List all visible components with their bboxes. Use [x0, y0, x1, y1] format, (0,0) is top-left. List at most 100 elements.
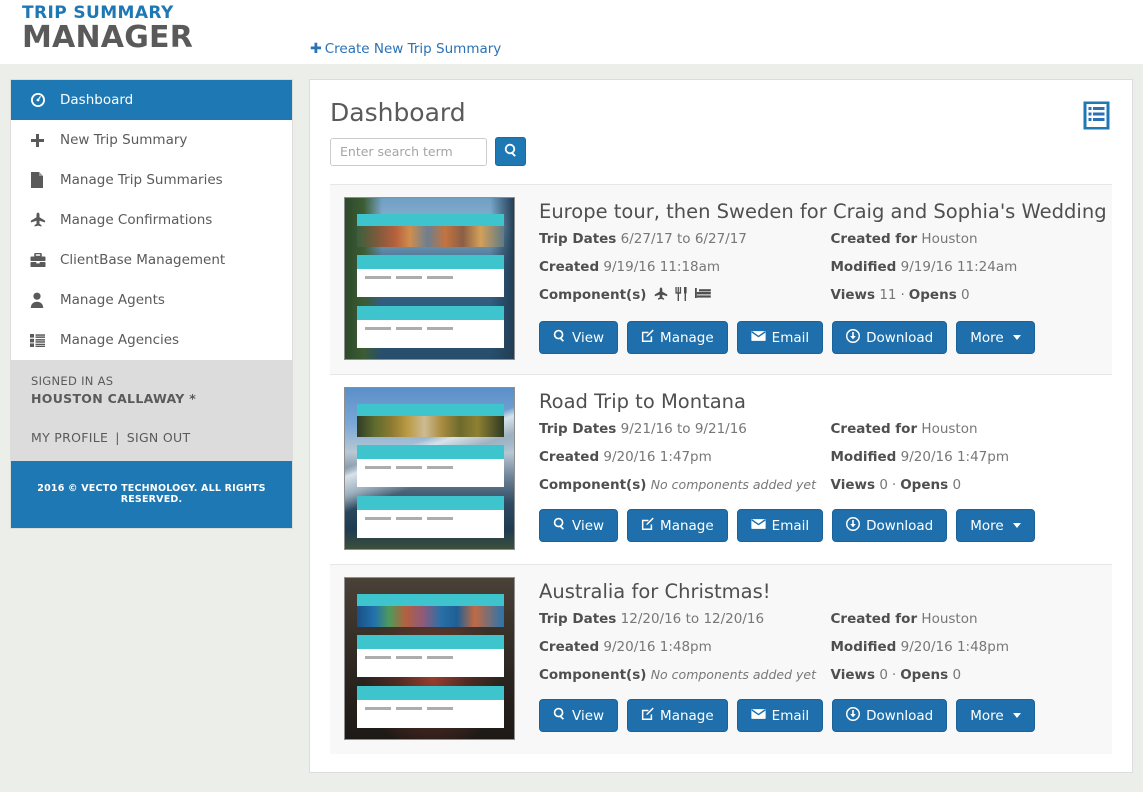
trip-dates-to: to — [677, 231, 691, 247]
trip-thumbnail[interactable] — [344, 197, 515, 360]
trip-actions: View Manage Email Download — [539, 321, 1112, 354]
thumbnail-hero-strip — [357, 594, 504, 627]
trip-row: Road Trip to Montana Trip Dates 9/21/16 … — [330, 375, 1112, 565]
email-button-label: Email — [772, 518, 809, 534]
thumbnail-card-header — [357, 445, 504, 459]
email-button[interactable]: Email — [737, 509, 823, 542]
pencil-square-icon — [641, 707, 654, 724]
trip-details: Road Trip to Montana Trip Dates 9/21/16 … — [515, 387, 1112, 550]
logo-line-2: MANAGER — [22, 23, 193, 53]
created-for-value: Houston — [921, 421, 977, 437]
trip-thumbnail[interactable] — [344, 577, 515, 740]
modified-label: Modified — [831, 639, 897, 655]
trip-dates-label: Trip Dates — [539, 611, 616, 627]
trip-meta-left: Trip Dates 6/27/17 to 6/27/17 Created 9/… — [539, 231, 826, 316]
search-icon — [504, 142, 518, 161]
email-button[interactable]: Email — [737, 321, 823, 354]
email-button[interactable]: Email — [737, 699, 823, 732]
search-button[interactable] — [495, 137, 526, 166]
thumbnail-card-header — [357, 496, 504, 510]
trip-title[interactable]: Australia for Christmas! — [539, 581, 1112, 602]
trip-meta-grid: Trip Dates 9/21/16 to 9/21/16 Created 9/… — [539, 421, 1112, 504]
sidebar-item-manage-agencies[interactable]: Manage Agencies — [11, 320, 292, 360]
trip-dates-to: to — [677, 421, 691, 437]
main-panel: Dashboard — [309, 79, 1133, 773]
create-new-trip-summary-link[interactable]: ✚Create New Trip Summary — [310, 41, 501, 57]
manage-button-label: Manage — [660, 518, 714, 534]
trip-dates: Trip Dates 9/21/16 to 9/21/16 — [539, 421, 826, 439]
stats-separator: · — [901, 287, 905, 303]
my-profile-link[interactable]: MY PROFILE — [31, 430, 108, 445]
manage-button[interactable]: Manage — [627, 699, 728, 732]
signed-in-user-name: HOUSTON CALLAWAY * — [31, 391, 272, 406]
trip-stats: Views 11·Opens 0 — [831, 287, 1113, 305]
components-label: Component(s) — [539, 477, 646, 493]
created-for-label: Created for — [831, 611, 918, 627]
thumbnail-hero-strip — [357, 214, 504, 247]
sidebar-item-label: Manage Confirmations — [56, 212, 212, 228]
trip-date-end: 12/20/16 — [703, 611, 764, 627]
trip-list: Europe tour, then Sweden for Craig and S… — [330, 184, 1112, 754]
trip-thumbnail[interactable] — [344, 387, 515, 550]
briefcase-icon — [30, 253, 56, 268]
trip-dates-label: Trip Dates — [539, 231, 616, 247]
download-button[interactable]: Download — [832, 321, 947, 354]
trip-actions: View Manage Email Download — [539, 699, 1112, 732]
trip-details: Australia for Christmas! Trip Dates 12/2… — [515, 577, 1112, 740]
sidebar-item-new-trip-summary[interactable]: New Trip Summary — [11, 120, 292, 160]
trip-date-end: 6/27/17 — [695, 231, 747, 247]
thumbnail-hero-photo — [357, 226, 504, 247]
search-input[interactable] — [330, 138, 487, 166]
components-label: Component(s) — [539, 667, 646, 683]
trip-title[interactable]: Europe tour, then Sweden for Craig and S… — [539, 201, 1112, 222]
sidebar-item-clientbase-management[interactable]: ClientBase Management — [11, 240, 292, 280]
sidebar-item-manage-trip-summaries[interactable]: Manage Trip Summaries — [11, 160, 292, 200]
trip-created: Created 9/19/16 11:18am — [539, 259, 826, 277]
thumbnail-hero-photo — [357, 416, 504, 437]
more-button[interactable]: More — [956, 509, 1034, 542]
sidebar-item-label: New Trip Summary — [56, 132, 187, 148]
created-label: Created — [539, 639, 599, 655]
download-button[interactable]: Download — [832, 699, 947, 732]
download-circle-icon — [846, 329, 860, 347]
list-view-icon[interactable] — [1083, 101, 1110, 130]
sidebar-item-dashboard[interactable]: Dashboard — [11, 80, 292, 120]
view-button-label: View — [572, 708, 604, 724]
list-icon — [30, 334, 56, 347]
download-button[interactable]: Download — [832, 509, 947, 542]
manage-button[interactable]: Manage — [627, 509, 728, 542]
components-label: Component(s) — [539, 287, 646, 303]
stats-separator: · — [892, 667, 896, 683]
trip-meta-right: Created for Houston Modified 9/20/16 1:4… — [826, 611, 1113, 694]
sidebar-item-manage-agents[interactable]: Manage Agents — [11, 280, 292, 320]
manage-button[interactable]: Manage — [627, 321, 728, 354]
view-button[interactable]: View — [539, 699, 618, 732]
manage-button-label: Manage — [660, 330, 714, 346]
bed-icon — [695, 287, 711, 307]
created-label: Created — [539, 259, 599, 275]
trip-dates: Trip Dates 12/20/16 to 12/20/16 — [539, 611, 826, 629]
file-icon — [30, 172, 56, 188]
stats-separator: · — [892, 477, 896, 493]
trip-title[interactable]: Road Trip to Montana — [539, 391, 1112, 412]
view-button[interactable]: View — [539, 321, 618, 354]
sidebar-item-label: ClientBase Management — [56, 252, 225, 268]
download-button-label: Download — [866, 330, 933, 346]
created-for-label: Created for — [831, 231, 918, 247]
sidebar-item-label: Manage Trip Summaries — [56, 172, 223, 188]
sidebar-item-manage-confirmations[interactable]: Manage Confirmations — [11, 200, 292, 240]
trip-row: Europe tour, then Sweden for Craig and S… — [330, 185, 1112, 375]
opens-label: Opens — [900, 477, 948, 493]
email-button-label: Email — [772, 708, 809, 724]
thumbnail-card-header — [357, 255, 504, 269]
view-button-label: View — [572, 518, 604, 534]
more-button[interactable]: More — [956, 699, 1034, 732]
sign-out-link[interactable]: SIGN OUT — [127, 430, 191, 445]
user-icon — [30, 292, 56, 308]
trip-dates-to: to — [686, 611, 700, 627]
plane-icon — [654, 287, 668, 307]
thumbnail-card-header — [357, 306, 504, 320]
thumbnail-card — [357, 445, 504, 487]
view-button[interactable]: View — [539, 509, 618, 542]
more-button[interactable]: More — [956, 321, 1034, 354]
